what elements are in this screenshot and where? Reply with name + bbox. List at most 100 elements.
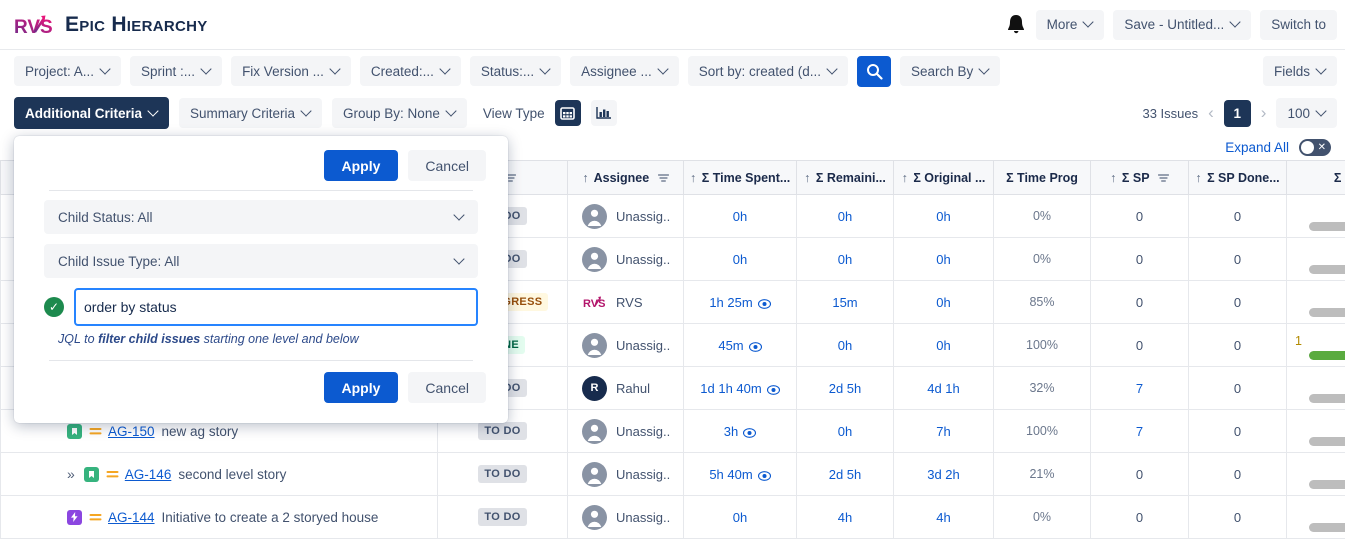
chart-view-icon[interactable] xyxy=(590,100,617,126)
filter-status[interactable]: Status:... xyxy=(469,56,562,86)
additional-criteria-label: Additional Criteria xyxy=(25,105,143,121)
jql-hint: JQL to filter child issues starting one … xyxy=(58,332,478,346)
bell-icon[interactable] xyxy=(1005,13,1027,37)
issue-key-link[interactable]: AG-150 xyxy=(108,424,155,439)
issue-key-link[interactable]: AG-144 xyxy=(108,510,155,525)
col-time-prog[interactable]: Σ Time Prog xyxy=(993,160,1091,195)
page-size-select[interactable]: 100 xyxy=(1276,98,1337,128)
filter-sprint[interactable]: Sprint :... xyxy=(130,56,223,86)
child-issue-type-select[interactable]: Child Issue Type: All xyxy=(44,244,478,278)
cancel-button-bottom[interactable]: Cancel xyxy=(408,372,486,403)
progress-bar xyxy=(1308,479,1345,489)
filter-bar: Project: A... Sprint :... Fix Version ..… xyxy=(0,50,1345,92)
apply-button-bottom[interactable]: Apply xyxy=(323,372,399,403)
search-by-button[interactable]: Search By xyxy=(900,56,1001,86)
cell-time-spent: 1h 25m xyxy=(683,280,797,324)
filter-created[interactable]: Created:... xyxy=(359,56,461,86)
cell-issue: » AG-146 second level story xyxy=(0,452,438,496)
col-sp-done[interactable]: ↑ Σ SP Done... xyxy=(1188,160,1287,195)
issue-key-link[interactable]: AG-146 xyxy=(125,467,172,482)
row-expander[interactable]: » xyxy=(67,466,75,482)
group-by-button[interactable]: Group By: None xyxy=(332,98,467,128)
col-sp-last[interactable]: Σ S xyxy=(1286,160,1345,195)
cell-time-progress: 100% xyxy=(993,323,1091,367)
jql-hint-bold: filter child issues xyxy=(98,332,201,346)
cell-story-points-done: 0 xyxy=(1188,237,1287,281)
story-points-done-value: 0 xyxy=(1233,337,1242,353)
prev-page-button[interactable]: ‹ xyxy=(1208,103,1214,123)
additional-criteria-button[interactable]: Additional Criteria xyxy=(14,97,170,129)
story-icon xyxy=(83,466,99,482)
col-sp[interactable]: ↑ Σ SP xyxy=(1090,160,1189,195)
col-time-spent-label: Σ Time Spent... xyxy=(701,170,791,185)
filter-fix-version[interactable]: Fix Version ... xyxy=(231,56,351,86)
col-remaining[interactable]: ↑ Σ Remaini... xyxy=(796,160,894,195)
story-points-done-value: 0 xyxy=(1233,294,1242,310)
issue-summary: second level story xyxy=(178,466,287,482)
chevron-down-icon xyxy=(980,65,989,74)
filter-sort-by[interactable]: Sort by: created (d... xyxy=(687,56,849,86)
col-assignee[interactable]: ↑ Assignee xyxy=(567,160,684,195)
cell-story-points: 0 xyxy=(1090,280,1189,324)
filter-created-label: Created:... xyxy=(370,63,434,79)
avatar xyxy=(582,418,607,444)
filter-icon[interactable] xyxy=(1157,173,1169,183)
issue-summary: new ag story xyxy=(161,423,239,439)
story-points-done-value: 0 xyxy=(1233,251,1242,267)
cell-sp-progress xyxy=(1286,237,1345,281)
filter-assignee[interactable]: Assignee ... xyxy=(570,56,679,86)
story-points-done-value: 0 xyxy=(1233,208,1242,224)
progress-percent: 21% xyxy=(1029,467,1055,481)
cell-original-estimate: 0h xyxy=(893,237,994,281)
story-points-value: 0 xyxy=(1135,251,1144,267)
jql-input[interactable] xyxy=(74,288,478,326)
table-row[interactable]: » AG-146 second level story TO DO Unassig.. 5… xyxy=(0,452,1345,496)
time-log-eye-icon[interactable] xyxy=(748,340,762,355)
cell-time-spent: 0h xyxy=(683,237,797,281)
table-row[interactable]: AG-144 Initiative to create a 2 storyed h… xyxy=(0,495,1345,539)
filter-icon[interactable] xyxy=(657,173,669,183)
grid-view-icon[interactable] xyxy=(554,100,581,126)
col-original[interactable]: ↑ Σ Original ... xyxy=(893,160,994,195)
cell-original-estimate: 7h xyxy=(893,409,994,453)
group-by-label: Group By: None xyxy=(343,105,440,121)
chevron-down-icon xyxy=(828,65,837,74)
time-log-eye-icon[interactable] xyxy=(757,469,771,484)
time-spent-value: 0h xyxy=(732,208,748,224)
filter-project[interactable]: Project: A... xyxy=(14,56,122,86)
time-log-eye-icon[interactable] xyxy=(757,297,771,312)
remaining-value: 0h xyxy=(837,423,853,439)
next-page-button[interactable]: › xyxy=(1261,103,1267,123)
sort-asc-icon: ↑ xyxy=(901,170,908,185)
summary-criteria-button[interactable]: Summary Criteria xyxy=(179,98,323,128)
page-number[interactable]: 1 xyxy=(1223,99,1251,127)
cell-time-progress: 0% xyxy=(993,495,1091,539)
save-button[interactable]: Save - Untitled... xyxy=(1113,9,1252,40)
switch-to-button[interactable]: Switch to xyxy=(1260,9,1337,40)
remaining-value: 4h xyxy=(837,509,853,525)
sort-asc-icon: ↑ xyxy=(690,170,697,185)
apply-button-top[interactable]: Apply xyxy=(323,150,399,181)
filter-project-label: Project: A... xyxy=(25,63,95,79)
time-log-eye-icon[interactable] xyxy=(766,383,780,398)
summary-criteria-label: Summary Criteria xyxy=(190,105,296,121)
rvs-logo-icon: RVS xyxy=(14,11,56,39)
expand-all-link[interactable]: Expand All xyxy=(1225,140,1289,155)
cancel-button-top[interactable]: Cancel xyxy=(408,150,486,181)
cell-time-progress: 0% xyxy=(993,237,1091,281)
cell-assignee: Unassig.. xyxy=(567,194,684,238)
cell-sp-progress xyxy=(1286,366,1345,410)
cell-story-points: 0 xyxy=(1090,452,1189,496)
story-points-value: 7 xyxy=(1135,380,1144,396)
cell-time-progress: 100% xyxy=(993,409,1091,453)
expand-all-toggle[interactable]: ✕ xyxy=(1299,138,1331,156)
more-button[interactable]: More xyxy=(1035,9,1105,40)
jql-hint-suffix: starting one level and below xyxy=(200,332,359,346)
fields-button[interactable]: Fields xyxy=(1262,56,1337,86)
chevron-down-icon xyxy=(101,65,110,74)
cell-original-estimate: 4h xyxy=(893,495,994,539)
search-button[interactable] xyxy=(857,55,892,87)
time-log-eye-icon[interactable] xyxy=(743,426,757,441)
child-status-select[interactable]: Child Status: All xyxy=(44,200,478,234)
col-time-spent[interactable]: ↑ Σ Time Spent... xyxy=(683,160,797,195)
